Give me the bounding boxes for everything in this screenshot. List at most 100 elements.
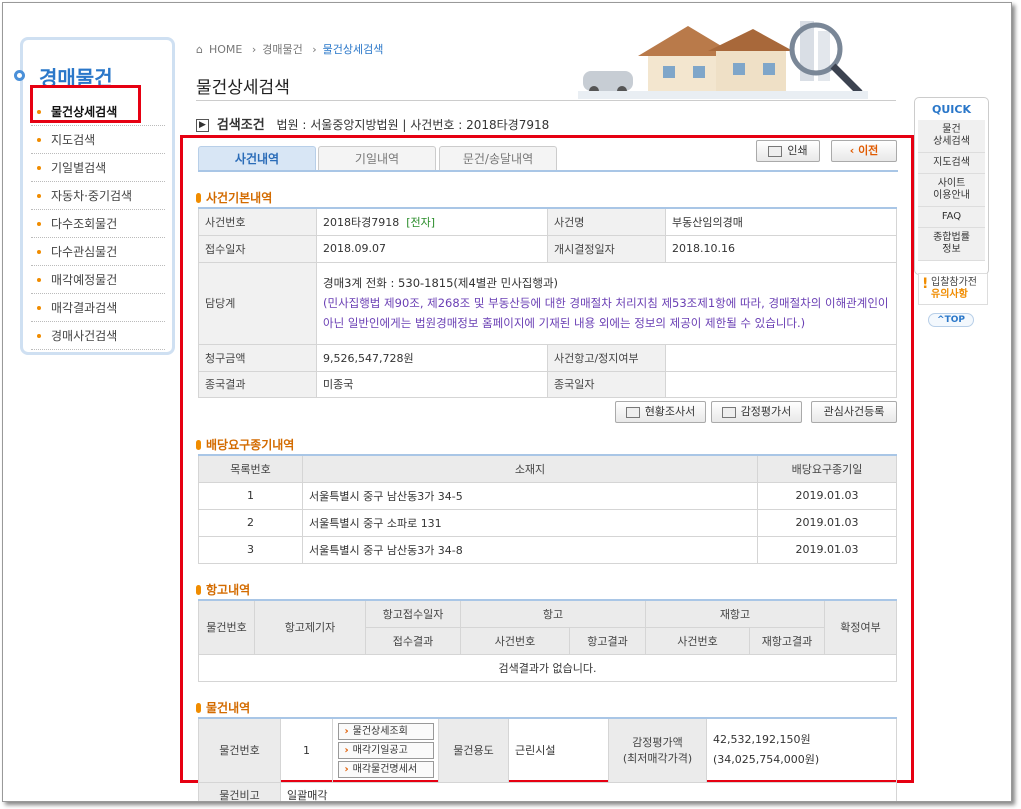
quick-item-detail-search[interactable]: 물건 상세검색 bbox=[918, 120, 985, 153]
house-illustration bbox=[578, 21, 868, 99]
nav-bullet-icon bbox=[14, 70, 25, 81]
header-receipt-result: 접수결과 bbox=[365, 626, 461, 655]
cell-list-no: 2 bbox=[198, 508, 303, 537]
chevron-right-icon: › bbox=[312, 43, 317, 56]
label-result: 종국결과 bbox=[198, 370, 317, 398]
section-title-case: 사건기본내역 bbox=[196, 189, 272, 206]
search-condition: ▶ 검색조건 법원 : 서울중앙지방법원 | 사건번호 : 2018타경7918 bbox=[196, 114, 549, 133]
appraisal-report-button[interactable]: 감정평가서 bbox=[711, 401, 802, 423]
label-start: 개시결정일자 bbox=[547, 234, 666, 263]
value-result: 미종국 bbox=[316, 370, 548, 398]
quick-item-faq[interactable]: FAQ bbox=[918, 207, 985, 228]
sale-spec-button[interactable]: › 매각물건명세서 bbox=[337, 760, 434, 778]
value-case-name: 부동산임의경매 bbox=[665, 207, 897, 236]
value-appeal-status bbox=[665, 343, 897, 372]
value-dept: 경매3계 전화 : 530-1815(제4별관 민사집행과) (민사집행법 제9… bbox=[316, 261, 897, 345]
dividend-table: 목록번호 소재지 배당요구종기일 1 서울특별시 중구 남산동3가 34-5 2… bbox=[198, 454, 897, 564]
cell-list-no: 1 bbox=[198, 481, 303, 510]
label-claim: 청구금액 bbox=[198, 343, 317, 372]
value-item-no: 1 bbox=[280, 717, 333, 783]
quick-item-legal-info[interactable]: 종합법률 정보 bbox=[918, 228, 985, 261]
exclamation-icon: ! bbox=[922, 276, 929, 292]
label-item-use: 물건용도 bbox=[438, 717, 509, 783]
value-item-note: 일괄매각 bbox=[280, 781, 897, 801]
bid-notice-line2: 유의사항 bbox=[931, 289, 968, 300]
dept-notice: (민사집행법 제90조, 제268조 및 부동산등에 대한 경매절차 처리지침 … bbox=[323, 296, 889, 330]
tab-underline bbox=[198, 170, 898, 172]
label-item-note: 물건비고 bbox=[198, 781, 281, 801]
header-item-no: 물건번호 bbox=[198, 599, 255, 655]
nav-list: 물건상세검색 지도검색 기일별검색 자동차·중기검색 다수조회물건 다수관심물건… bbox=[31, 98, 165, 350]
dept-phone: 경매3계 전화 : 530-1815(제4별관 민사집행과) bbox=[323, 276, 559, 290]
add-interest-button[interactable]: 관심사건등록 bbox=[811, 401, 897, 423]
tab-schedule[interactable]: 기일내역 bbox=[318, 146, 436, 171]
label-dept: 담당계 bbox=[198, 261, 317, 345]
header-reappeal: 재항고 bbox=[645, 599, 825, 628]
top-button[interactable]: ^TOP bbox=[928, 313, 974, 327]
items-table: 물건번호 1 › 물건상세조회 › 매각기일공고 › 매각물건명세서 물건용도 근린시… bbox=[198, 717, 897, 801]
label-appeal-status: 사건항고/정지여부 bbox=[547, 343, 666, 372]
label-case-name: 사건명 bbox=[547, 207, 666, 236]
sale-notice-button[interactable]: › 매각기일공고 bbox=[337, 741, 434, 759]
e-case-tag: [전자] bbox=[406, 215, 436, 229]
breadcrumb-level1[interactable]: 경매물건 bbox=[262, 43, 302, 56]
value-appraisal: 42,532,192,150원 (34,025,754,000원) bbox=[706, 717, 897, 783]
cell-list-no: 3 bbox=[198, 535, 303, 564]
title-divider bbox=[196, 100, 896, 101]
nav-item-vehicle-search[interactable]: 자동차·중기검색 bbox=[31, 182, 165, 210]
print-button[interactable]: 인쇄 bbox=[756, 140, 820, 162]
tab-documents[interactable]: 문건/송달내역 bbox=[439, 146, 557, 171]
case-info-table: 사건번호 2018타경7918 [전자] 사건명 부동산임의경매 접수일자 20… bbox=[198, 207, 897, 398]
table-row: 2 서울특별시 중구 소파로 131 2019.01.03 bbox=[198, 508, 897, 537]
chevron-left-icon: ‹ bbox=[849, 144, 859, 157]
header-appeal-date: 항고접수일자 bbox=[365, 599, 461, 628]
item-detail-button[interactable]: › 물건상세조회 bbox=[337, 722, 434, 740]
label-item-no: 물건번호 bbox=[198, 717, 281, 783]
search-condition-label: 검색조건 bbox=[216, 118, 265, 133]
cell-location: 서울특별시 중구 남산동3가 34-8 bbox=[302, 535, 758, 564]
table-row: 1 서울특별시 중구 남산동3가 34-5 2019.01.03 bbox=[198, 481, 897, 510]
search-condition-text: 법원 : 서울중앙지방법원 | 사건번호 : 2018타경7918 bbox=[276, 118, 550, 132]
value-item-use: 근린시설 bbox=[508, 717, 609, 783]
quick-item-map-search[interactable]: 지도검색 bbox=[918, 153, 985, 174]
cell-location: 서울특별시 중구 남산동3가 34-5 bbox=[302, 481, 758, 510]
printer-icon bbox=[768, 145, 783, 157]
bid-notice-link[interactable]: ! 입찰참가전 유의사항 bbox=[918, 273, 988, 305]
header-list-no: 목록번호 bbox=[198, 454, 303, 483]
header-appeal-case-no: 사건번호 bbox=[460, 626, 570, 655]
prev-button[interactable]: ‹ 이전 bbox=[831, 140, 897, 162]
value-claim: 9,526,547,728원 bbox=[316, 343, 548, 372]
empty-result: 검색결과가 없습니다. bbox=[198, 653, 897, 682]
chevron-right-icon: › bbox=[251, 43, 257, 56]
quick-item-site-guide[interactable]: 사이트 이용안내 bbox=[918, 174, 985, 207]
document-icon bbox=[625, 406, 640, 418]
breadcrumb: ⌂ HOME › 경매물건 › 물건상세검색 bbox=[196, 41, 389, 57]
header-final: 확정여부 bbox=[824, 599, 897, 655]
header-appellant: 항고제기자 bbox=[254, 599, 366, 655]
survey-report-button[interactable]: 현황조사서 bbox=[615, 401, 706, 423]
nav-item-most-interest[interactable]: 다수관심물건 bbox=[31, 238, 165, 266]
header-location: 소재지 bbox=[302, 454, 758, 483]
value-case-no: 2018타경7918 [전자] bbox=[316, 207, 548, 236]
nav-item-case-search[interactable]: 경매사건검색 bbox=[31, 322, 165, 350]
breadcrumb-home[interactable]: HOME bbox=[209, 43, 242, 56]
value-received: 2018.09.07 bbox=[316, 234, 548, 263]
label-case-no: 사건번호 bbox=[198, 207, 317, 236]
label-appraisal: 감정평가액 (최저매각가격) bbox=[608, 717, 707, 783]
nav-item-sale-result[interactable]: 매각결과검색 bbox=[31, 294, 165, 322]
quick-title: QUICK bbox=[932, 103, 971, 116]
item-buttons: › 물건상세조회 › 매각기일공고 › 매각물건명세서 bbox=[332, 717, 439, 783]
pencil-doc-icon bbox=[721, 406, 736, 418]
header-reappeal-result: 재항고결과 bbox=[749, 626, 825, 655]
tab-case-details[interactable]: 사건내역 bbox=[198, 146, 316, 171]
cell-deadline: 2019.01.03 bbox=[757, 481, 897, 510]
section-title-items: 물건내역 bbox=[196, 699, 250, 716]
page-title: 물건상세검색 bbox=[196, 78, 290, 98]
appeal-table: 물건번호 항고제기자 항고접수일자 항고 재항고 확정여부 접수결과 사건번호 … bbox=[198, 599, 897, 682]
nav-item-most-viewed[interactable]: 다수조회물건 bbox=[31, 210, 165, 238]
label-end-date: 종국일자 bbox=[547, 370, 666, 398]
nav-item-date-search[interactable]: 기일별검색 bbox=[31, 154, 165, 182]
nav-item-upcoming-sale[interactable]: 매각예정물건 bbox=[31, 266, 165, 294]
table-row: 3 서울특별시 중구 남산동3가 34-8 2019.01.03 bbox=[198, 535, 897, 564]
nav-item-map-search[interactable]: 지도검색 bbox=[31, 126, 165, 154]
